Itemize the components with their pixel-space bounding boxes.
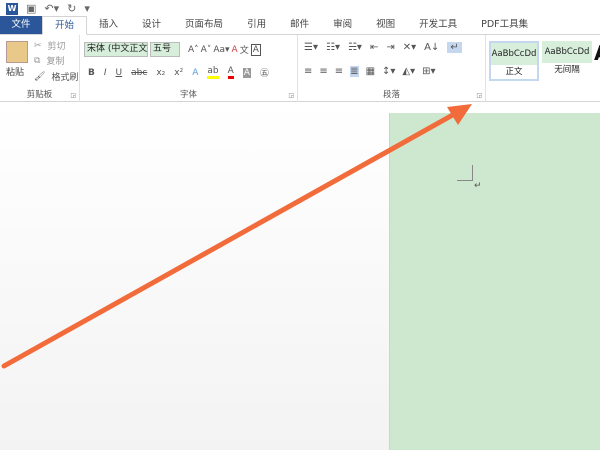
arrow-shaft — [1, 109, 461, 369]
annotation-arrow — [1, 104, 472, 369]
